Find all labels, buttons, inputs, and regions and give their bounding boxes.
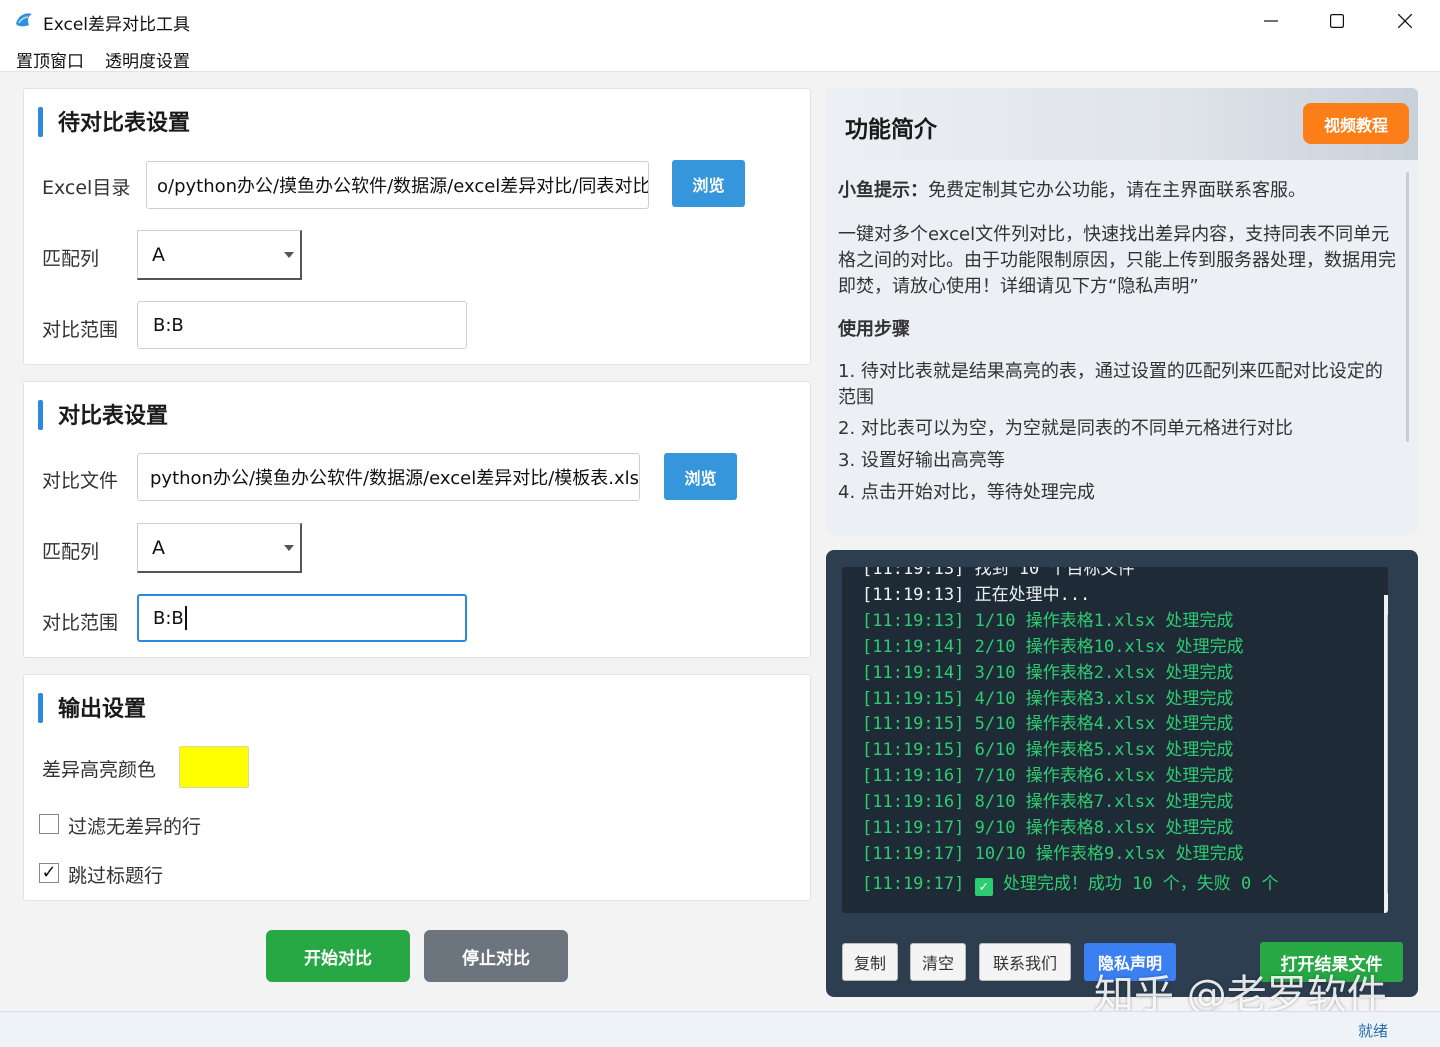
source-settings-panel: 待对比表设置 Excel目录 o/python办公/摸鱼办公软件/数据源/exc…	[23, 88, 811, 365]
skip-header-checkbox[interactable]: ✓	[39, 863, 59, 883]
tip-text: 免费定制其它办公功能，请在主界面联系客服。	[928, 180, 1306, 201]
step-item: 1. 待对比表就是结果高亮的表，通过设置的匹配列来匹配对比设定的范围	[838, 361, 1383, 408]
source-range-input[interactable]: B:B	[137, 301, 467, 349]
log-line-final: [11:19:17] ✓ 处理完成！成功 10 个，失败 0 个	[862, 872, 1279, 898]
excel-dir-input[interactable]: o/python办公/摸鱼办公软件/数据源/excel差异对比/同表对比	[146, 161, 649, 209]
log-line: [11:19:17] 9/10 操作表格8.xlsx 处理完成	[862, 818, 1234, 839]
filter-rows-checkbox[interactable]	[39, 814, 59, 834]
compare-section-title: 对比表设置	[38, 398, 168, 430]
output-section-title: 输出设置	[38, 691, 146, 723]
contact-us-button[interactable]: 联系我们	[979, 943, 1071, 981]
clear-button[interactable]: 清空	[910, 943, 966, 981]
chevron-down-icon	[284, 545, 294, 551]
log-line: [11:19:14] 2/10 操作表格10.xlsx 处理完成	[862, 636, 1244, 657]
excel-dir-value: o/python办公/摸鱼办公软件/数据源/excel差异对比/同表对比	[157, 176, 649, 197]
compare-match-select[interactable]: A	[137, 523, 302, 573]
output-settings-panel: 输出设置 差异高亮颜色 过滤无差异的行 ✓ 跳过标题行	[23, 674, 811, 901]
window-title: Excel差异对比工具	[43, 15, 191, 35]
log-line: [11:19:16] 8/10 操作表格7.xlsx 处理完成	[862, 792, 1234, 813]
highlight-color-label: 差异高亮颜色	[42, 759, 157, 781]
log-output: [11:19:13] 找到 10 个目标文件 [11:19:13] 正在处理中..…	[842, 567, 1388, 913]
source-match-value: A	[152, 243, 165, 266]
source-browse-button[interactable]: 浏览	[672, 160, 745, 207]
check-icon: ✓	[974, 877, 993, 896]
log-line: [11:19:15] 5/10 操作表格4.xlsx 处理完成	[862, 714, 1234, 735]
log-lines: [11:19:13] 找到 10 个目标文件 [11:19:13] 正在处理中..…	[862, 567, 1279, 898]
scroll-thumb[interactable]	[1387, 615, 1388, 893]
start-compare-button[interactable]: 开始对比	[266, 930, 410, 982]
log-line: [11:19:13] 找到 10 个目标文件	[862, 567, 1135, 579]
checkmark-icon: ✓	[41, 862, 57, 883]
log-line: [11:19:15] 6/10 操作表格5.xlsx 处理完成	[862, 740, 1234, 761]
source-match-label: 匹配列	[42, 248, 100, 270]
log-line: [11:19:16] 7/10 操作表格6.xlsx 处理完成	[862, 766, 1234, 787]
log-line: [11:19:13] 1/10 操作表格1.xlsx 处理完成	[862, 610, 1234, 631]
compare-range-label: 对比范围	[42, 612, 119, 634]
log-line: [11:19:14] 3/10 操作表格2.xlsx 处理完成	[862, 662, 1234, 683]
log-line: [11:19:17] 10/10 操作表格9.xlsx 处理完成	[862, 843, 1244, 864]
compare-file-input[interactable]: python办公/摸鱼办公软件/数据源/excel差异对比/模板表.xlsx	[137, 453, 640, 501]
close-icon[interactable]	[1371, 0, 1439, 42]
compare-file-value: python办公/摸鱼办公软件/数据源/excel差异对比/模板表.xlsx	[150, 468, 640, 489]
status-text: 就绪	[1357, 1022, 1388, 1040]
menu-transparency[interactable]: 透明度设置	[105, 47, 190, 72]
step-item: 2. 对比表可以为空，为空就是同表的不同单元格进行对比	[838, 418, 1293, 439]
title-bar: Excel差异对比工具	[0, 0, 1440, 42]
info-scrollbar[interactable]	[1406, 172, 1409, 442]
fish-app-icon	[16, 13, 32, 27]
chevron-down-icon	[284, 252, 294, 258]
excel-dir-label: Excel目录	[42, 177, 131, 199]
source-range-value: B:B	[153, 314, 184, 336]
source-section-title: 待对比表设置	[38, 105, 190, 137]
maximize-icon[interactable]	[1303, 0, 1371, 42]
source-match-select[interactable]: A	[137, 230, 302, 280]
compare-browse-button[interactable]: 浏览	[664, 453, 737, 500]
step-item: 4. 点击开始对比，等待处理完成	[838, 482, 1095, 503]
skip-header-label: 跳过标题行	[68, 865, 164, 887]
highlight-color-swatch[interactable]	[179, 746, 249, 788]
compare-match-label: 匹配列	[42, 541, 100, 563]
log-scrollbar[interactable]	[1384, 595, 1388, 913]
video-tutorial-button[interactable]: 视频教程	[1303, 103, 1409, 144]
text-cursor	[184, 606, 187, 630]
source-range-label: 对比范围	[42, 319, 119, 341]
copy-button[interactable]: 复制	[842, 943, 898, 981]
compare-settings-panel: 对比表设置 对比文件 python办公/摸鱼办公软件/数据源/excel差异对比…	[23, 381, 811, 658]
log-line: [11:19:13] 正在处理中...	[862, 584, 1091, 605]
stop-compare-button[interactable]: 停止对比	[424, 930, 568, 982]
steps-title: 使用步骤	[838, 319, 910, 340]
feature-description: 一键对多个excel文件列对比，快速找出差异内容，支持同表不同单元格之间的对比。…	[838, 224, 1396, 297]
filter-rows-label: 过滤无差异的行	[68, 816, 202, 838]
log-panel: [11:19:13] 找到 10 个目标文件 [11:19:13] 正在处理中..…	[826, 550, 1418, 997]
feature-intro-panel: 功能简介 视频教程 小鱼提示：免费定制其它办公功能，请在主界面联系客服。 一键对…	[826, 88, 1418, 535]
menu-bar: 置顶窗口 透明度设置	[0, 42, 1440, 72]
minimize-icon[interactable]	[1237, 0, 1305, 42]
compare-range-value: B:B	[153, 607, 184, 629]
tip-label: 小鱼提示：	[838, 180, 928, 201]
log-line: [11:19:15] 4/10 操作表格3.xlsx 处理完成	[862, 688, 1234, 709]
status-bar: 就绪	[0, 1011, 1440, 1047]
compare-range-input[interactable]: B:B	[137, 594, 467, 642]
compare-file-label: 对比文件	[42, 470, 119, 492]
step-item: 3. 设置好输出高亮等	[838, 450, 1005, 471]
menu-pin-window[interactable]: 置顶窗口	[16, 47, 84, 72]
tip-line: 小鱼提示：免费定制其它办公功能，请在主界面联系客服。	[838, 178, 1400, 204]
compare-match-value: A	[152, 536, 165, 559]
feature-intro-title: 功能简介	[845, 117, 937, 143]
log-final-time: [11:19:17]	[862, 873, 965, 894]
feature-intro-header: 功能简介 视频教程	[826, 88, 1418, 160]
log-final-text: 处理完成！成功 10 个，失败 0 个	[1002, 873, 1279, 894]
